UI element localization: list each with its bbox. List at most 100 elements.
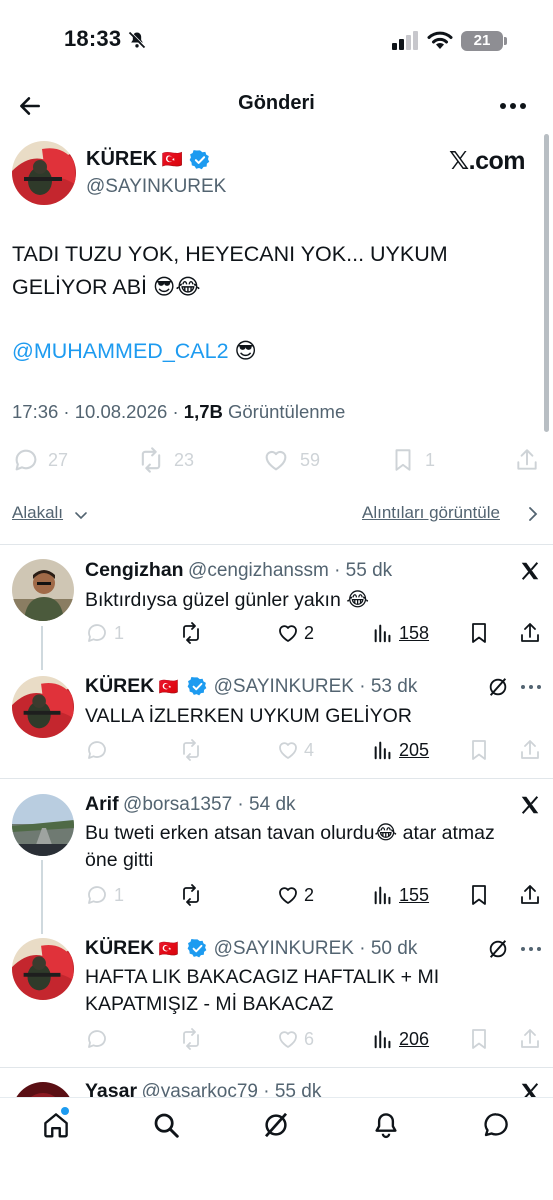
reply-author-name[interactable]: Cengizhan	[85, 559, 184, 581]
sort-relevance[interactable]: Alakalı	[12, 503, 63, 523]
more-icon[interactable]	[520, 680, 542, 694]
cellular-signal-icon	[392, 30, 420, 50]
like-icon[interactable]	[276, 621, 300, 645]
reply-icon[interactable]	[85, 738, 109, 762]
more-icon[interactable]	[499, 96, 527, 116]
reply-author-name[interactable]: KÜREK	[85, 675, 154, 697]
x-logo-icon	[519, 560, 541, 582]
post-repost-count: 23	[174, 450, 195, 470]
page-title: Gönderi	[238, 92, 315, 114]
reply-author-handle[interactable]: @SAYINKUREK	[214, 676, 354, 697]
silent-bell-icon	[127, 30, 147, 50]
views-icon[interactable]	[372, 1028, 394, 1050]
search-icon[interactable]	[151, 1110, 181, 1140]
reply-icon[interactable]	[85, 621, 109, 645]
bookmark-icon[interactable]	[467, 738, 491, 762]
bookmark-icon[interactable]	[467, 883, 491, 907]
reply-author-name[interactable]: KÜREK	[85, 937, 154, 959]
like-count: 6	[304, 1029, 315, 1049]
post-timestamp: 17:36 · 10.08.2026 ·	[12, 401, 184, 422]
views-icon[interactable]	[372, 884, 394, 906]
repost-icon[interactable]	[178, 1027, 204, 1051]
reply-avatar-cengizhan[interactable]	[12, 559, 74, 621]
reply-actions: 1 2 155	[0, 881, 553, 911]
bookmark-icon[interactable]	[467, 1027, 491, 1051]
reply-avatar-kurek[interactable]	[12, 938, 74, 1000]
views-icon[interactable]	[372, 622, 394, 644]
scrollbar[interactable]	[544, 134, 549, 432]
views-count[interactable]: 155	[399, 885, 429, 906]
view-quotes-link[interactable]: Alıntıları görüntüle	[362, 503, 500, 523]
reply-text-line-1: HAFTA LIK BAKACAGIZ HAFTALIK + MI	[85, 966, 440, 988]
views-count[interactable]: 205	[399, 740, 429, 761]
reply-text-line-2: KAPATMIŞIZ - Mİ BAKACAZ	[85, 993, 334, 1015]
post-mention[interactable]: @MUHAMMED_CAL2	[12, 339, 229, 363]
grok-icon[interactable]	[487, 676, 509, 698]
reply-actions: 4 205	[0, 736, 553, 766]
post-author-handle[interactable]: @SAYINKUREK	[86, 176, 226, 198]
grok-icon[interactable]	[261, 1110, 291, 1140]
reply-header: Cengizhan @cengizhanssm · 55 dk	[85, 559, 392, 582]
reply-author-handle[interactable]: @borsa1357	[123, 794, 232, 815]
post-reply-count: 27	[48, 450, 69, 470]
like-count: 2	[304, 885, 315, 905]
post-author-name[interactable]: KÜREK	[86, 148, 157, 170]
grok-icon[interactable]	[487, 938, 509, 960]
share-icon[interactable]	[518, 738, 542, 762]
reply-avatar-kurek[interactable]	[12, 676, 74, 738]
post-stats-row: 27 23 59 1	[0, 444, 553, 476]
like-count: 2	[304, 623, 315, 643]
like-count: 4	[304, 740, 315, 760]
reply-author-handle[interactable]: @SAYINKUREK	[214, 938, 354, 959]
repost-icon[interactable]	[178, 621, 204, 645]
reply-icon[interactable]	[12, 446, 40, 474]
bell-icon[interactable]	[371, 1110, 401, 1140]
views-count[interactable]: 206	[399, 1029, 429, 1050]
more-icon[interactable]	[520, 942, 542, 956]
repost-icon[interactable]	[178, 883, 204, 907]
share-icon[interactable]	[518, 883, 542, 907]
post-like-count: 59	[300, 450, 321, 470]
reply-icon[interactable]	[85, 883, 109, 907]
verified-icon	[187, 938, 208, 959]
x-logo-icon	[519, 794, 541, 816]
views-count[interactable]: 158	[399, 623, 429, 644]
repost-icon[interactable]	[178, 738, 204, 762]
chevron-right-icon[interactable]	[525, 505, 541, 523]
chevron-down-icon[interactable]	[73, 507, 89, 523]
share-icon[interactable]	[514, 446, 540, 474]
reply-text-line-1: Bu tweti erken atsan tavan olurdu😂 atar …	[85, 822, 495, 844]
reply-age: · 55 dk	[328, 560, 393, 581]
divider	[0, 544, 553, 545]
bookmark-icon[interactable]	[467, 621, 491, 645]
reply-count: 1	[114, 885, 125, 905]
post-author-avatar[interactable]	[12, 141, 76, 205]
reply-author-handle[interactable]: @cengizhanssm	[188, 560, 329, 581]
reply-avatar-arif[interactable]	[12, 794, 74, 856]
post-author-name-row: KÜREK 🇹🇷	[86, 148, 183, 171]
like-icon[interactable]	[276, 738, 300, 762]
share-icon[interactable]	[518, 1027, 542, 1051]
reply-header: Arif @borsa1357 · 54 dk	[85, 793, 296, 816]
verified-icon	[187, 676, 208, 697]
post-text-line-2: GELİYOR ABİ 😎😂	[12, 275, 201, 299]
chat-icon[interactable]	[481, 1110, 511, 1140]
repost-icon[interactable]	[136, 446, 166, 474]
notification-dot	[61, 1107, 69, 1115]
reply-age: · 50 dk	[353, 938, 418, 959]
reply-author-name[interactable]: Arif	[85, 793, 119, 815]
reply-header: KÜREK 🇹🇷 @SAYINKUREK · 50 dk	[85, 937, 417, 960]
like-icon[interactable]	[276, 1027, 300, 1051]
flag-emoji: 🇹🇷	[158, 941, 179, 958]
battery-cap	[504, 37, 507, 45]
like-icon[interactable]	[276, 883, 300, 907]
wifi-icon	[426, 29, 454, 51]
reply-actions: 1 2 158	[0, 619, 553, 649]
post-meta: 17:36 · 10.08.2026 · 1,7B Görüntülenme	[12, 401, 345, 423]
bookmark-icon[interactable]	[390, 446, 416, 474]
views-icon[interactable]	[372, 739, 394, 761]
mention-emoji: 😎	[234, 339, 257, 363]
share-icon[interactable]	[518, 621, 542, 645]
reply-icon[interactable]	[85, 1027, 109, 1051]
like-icon[interactable]	[262, 446, 290, 474]
